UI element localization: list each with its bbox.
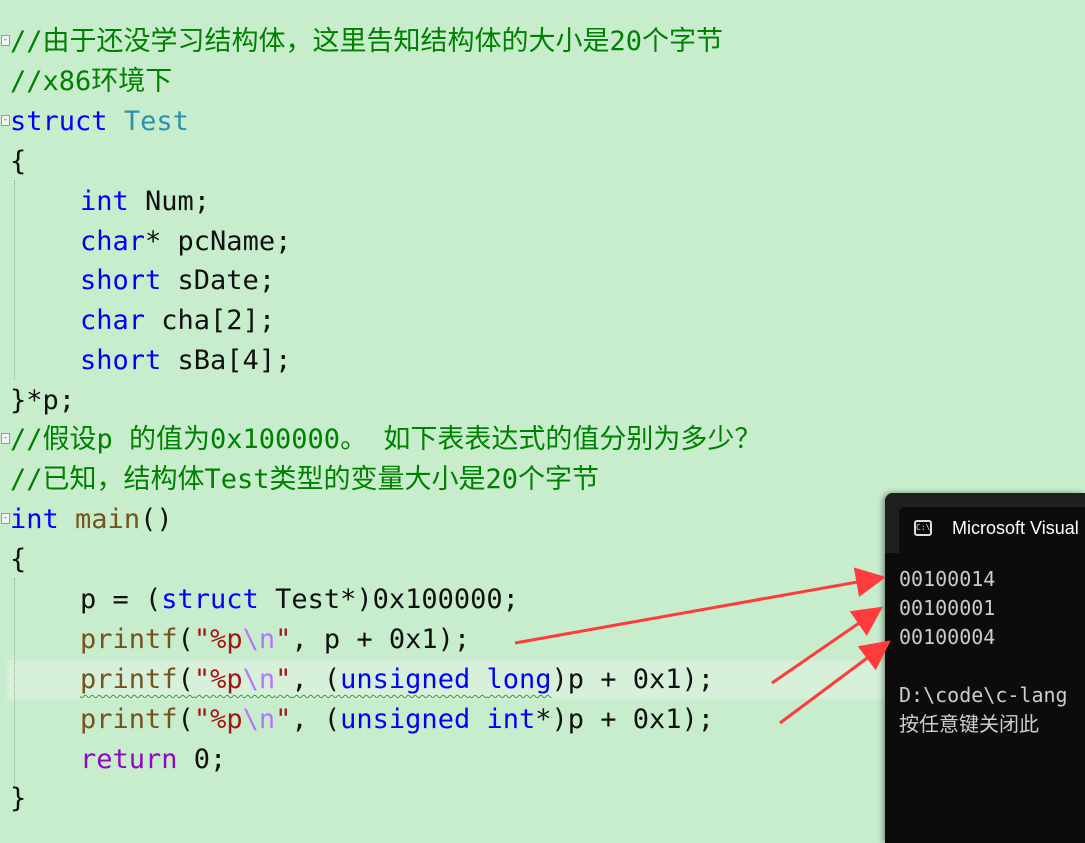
keyword: short (80, 265, 162, 296)
keyword: char (80, 226, 146, 257)
console-output-line: 00100014 (899, 567, 996, 591)
code-line-20: } (10, 779, 26, 819)
code-line-18: printf("%p\n", (unsigned int*)p + 0x1); (80, 704, 715, 735)
keyword: unsigned (340, 664, 471, 695)
fold-toggle-struct[interactable]: - (1, 115, 10, 126)
keyword: char (80, 305, 146, 336)
string-literal: " (275, 624, 292, 655)
code-line-7: short sDate; (10, 261, 275, 301)
code-text: Test*)0x100000; (258, 584, 519, 615)
keyword: int (486, 704, 536, 735)
code-text: *)p + 0x1); (535, 704, 715, 735)
brace: } (10, 783, 27, 814)
code-text: , ( (291, 704, 341, 735)
code-line-17: printf("%p\n", (unsigned long)p + 0x1); (10, 660, 714, 700)
console-icon: C:\ (914, 520, 932, 536)
code-text: , p + 0x1); (291, 624, 471, 655)
brace: { (10, 544, 27, 575)
code-line-15: p = (struct Test*)0x100000; (10, 580, 519, 620)
keyword: short (80, 345, 162, 376)
code-line-6: char* pcName; (10, 222, 291, 262)
code-line-19: return 0; (10, 740, 226, 780)
string-literal: " (275, 704, 292, 735)
code-text: () (140, 504, 173, 535)
comment-text: //x86环境下 (10, 66, 173, 97)
comment-text: //已知，结构体Test类型的变量大小是20个字节 (10, 464, 600, 495)
type-name: Test (123, 106, 189, 137)
console-tab[interactable]: C:\ Microsoft Visual (899, 507, 1085, 553)
fold-toggle-main[interactable]: - (1, 513, 10, 524)
keyword: return (80, 744, 178, 775)
console-window[interactable]: C:\ Microsoft Visual 00100014 00100001 0… (885, 493, 1085, 843)
code-line-3: struct Test (10, 102, 189, 142)
escape-sequence: \n (242, 704, 276, 735)
keyword: int (10, 504, 59, 535)
console-output-line: 00100004 (899, 625, 996, 649)
code-text: , ( (291, 664, 341, 695)
function-name: main (75, 504, 141, 535)
code-line-5: int Num; (10, 182, 210, 222)
comment-text: //由于还没学习结构体，这里告知结构体的大小是20个字节 (10, 26, 724, 57)
code-line-1: //由于还没学习结构体，这里告知结构体的大小是20个字节 (10, 22, 723, 62)
console-output-line: D:\code\c-lang (899, 683, 1068, 707)
function-name: printf (80, 704, 178, 735)
code-line-11: //假设p 的值为0x100000。 如下表表达式的值分别为多少？ (10, 420, 761, 460)
code-text: * pcName; (145, 226, 292, 257)
code-line-9: short sBa[4]; (10, 341, 291, 381)
keyword: long (486, 664, 552, 695)
code-line-14: { (10, 540, 26, 580)
code-line-4: { (10, 142, 26, 182)
keyword: int (80, 186, 129, 217)
escape-sequence: \n (242, 664, 276, 695)
code-line-10: }*p; (10, 381, 75, 421)
console-output-line: 00100001 (899, 596, 996, 620)
escape-sequence: \n (242, 624, 276, 655)
code-line-8: char cha[2]; (10, 301, 275, 341)
code-text: 0; (177, 744, 227, 775)
brace: { (10, 146, 27, 177)
code-text: Num; (128, 186, 211, 217)
function-name: printf (80, 664, 178, 695)
string-literal: "%p (193, 624, 243, 655)
code-text: sDate; (161, 265, 276, 296)
code-line-16: printf("%p\n", p + 0x1); (80, 624, 471, 655)
console-titlebar[interactable]: C:\ Microsoft Visual (885, 493, 1085, 553)
keyword: struct (10, 106, 108, 137)
code-text: cha[2]; (145, 305, 276, 336)
fold-toggle-comment[interactable]: - (1, 35, 10, 46)
code-text: )p + 0x1); (551, 664, 715, 695)
string-literal: "%p (193, 664, 243, 695)
code-line-12: //已知，结构体Test类型的变量大小是20个字节 (10, 460, 599, 500)
code-text: }*p; (10, 385, 76, 416)
console-output-line: 按任意键关闭此 (899, 712, 1039, 736)
string-literal: " (275, 664, 292, 695)
console-title: Microsoft Visual (952, 518, 1079, 538)
code-line-13: int main() (10, 500, 173, 540)
code-text: sBa[4]; (161, 345, 292, 376)
function-name: printf (80, 624, 178, 655)
keyword: unsigned (340, 704, 471, 735)
code-text: p = ( (80, 584, 162, 615)
keyword: struct (161, 584, 259, 615)
comment-text: //假设p 的值为0x100000。 如下表表达式的值分别为多少？ (10, 424, 762, 455)
code-line-2: //x86环境下 (10, 62, 172, 102)
fold-toggle-comment2[interactable]: - (1, 433, 10, 444)
warning-squiggle[interactable]: printf("%p\n", (unsigned long (80, 664, 552, 695)
string-literal: "%p (193, 704, 243, 735)
